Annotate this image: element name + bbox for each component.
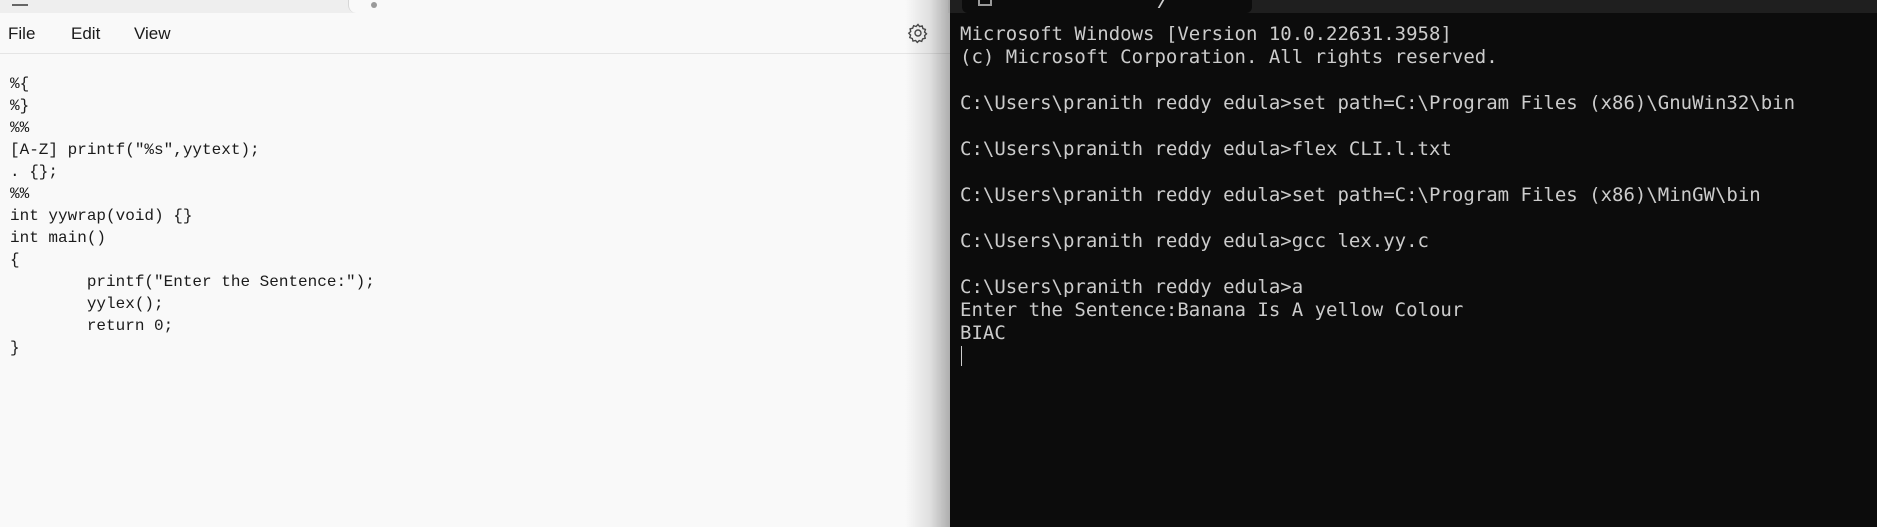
code-line: yylex(); xyxy=(10,295,164,313)
menu-edit[interactable]: Edit xyxy=(71,24,100,44)
code-line: int yywrap(void) {} xyxy=(10,207,193,225)
terminal-icon xyxy=(978,0,992,6)
notepad-app-icon xyxy=(12,0,28,6)
code-line: return 0; xyxy=(10,317,174,335)
terminal-line: C:\Users\pranith reddy edula>gcc lex.yy.… xyxy=(960,230,1429,252)
code-line: int main() xyxy=(10,229,107,247)
terminal-line: C:\Users\pranith reddy edula>set path=C:… xyxy=(960,92,1796,114)
terminal-line: Enter the Sentence:Banana Is A yellow Co… xyxy=(960,299,1464,321)
code-line: %{ xyxy=(10,75,30,93)
terminal-line: BIAC xyxy=(960,322,1006,344)
terminal-window: Microsoft Windows [Version 10.0.22631.39… xyxy=(950,0,1877,527)
gear-icon xyxy=(907,23,928,44)
text-cursor xyxy=(961,346,962,366)
terminal-tab[interactable] xyxy=(962,0,1252,13)
code-line: } xyxy=(10,339,20,357)
tab-close-icon[interactable] xyxy=(1157,0,1175,8)
notepad-window: File Edit View %{ %} %% [A-Z] printf("%s… xyxy=(0,0,950,527)
terminal-line: Microsoft Windows [Version 10.0.22631.39… xyxy=(960,23,1452,45)
notepad-editor[interactable]: %{ %} %% [A-Z] printf("%s",yytext); . {}… xyxy=(0,54,950,527)
notepad-tab[interactable] xyxy=(348,0,948,13)
terminal-title-bar xyxy=(950,0,1877,13)
menu-file[interactable]: File xyxy=(8,24,35,44)
settings-button[interactable] xyxy=(906,21,930,45)
code-line: . {}; xyxy=(10,163,59,181)
terminal-line: (c) Microsoft Corporation. All rights re… xyxy=(960,46,1498,68)
menu-view[interactable]: View xyxy=(134,24,171,44)
code-line: { xyxy=(10,251,20,269)
code-line: %} xyxy=(10,97,30,115)
code-line: [A-Z] printf("%s",yytext); xyxy=(10,141,260,159)
terminal-line: C:\Users\pranith reddy edula>set path=C:… xyxy=(960,184,1761,206)
terminal-line: C:\Users\pranith reddy edula>a xyxy=(960,276,1304,298)
tab-document-icon xyxy=(371,2,377,8)
code-line: %% xyxy=(10,119,30,137)
desktop: File Edit View %{ %} %% [A-Z] printf("%s… xyxy=(0,0,1877,527)
code-line: printf("Enter the Sentence:"); xyxy=(10,273,375,291)
notepad-menu-bar: File Edit View xyxy=(0,13,950,54)
code-line: %% xyxy=(10,185,30,203)
notepad-title-bar xyxy=(0,0,950,13)
terminal-line: C:\Users\pranith reddy edula>flex CLI.l.… xyxy=(960,138,1452,160)
